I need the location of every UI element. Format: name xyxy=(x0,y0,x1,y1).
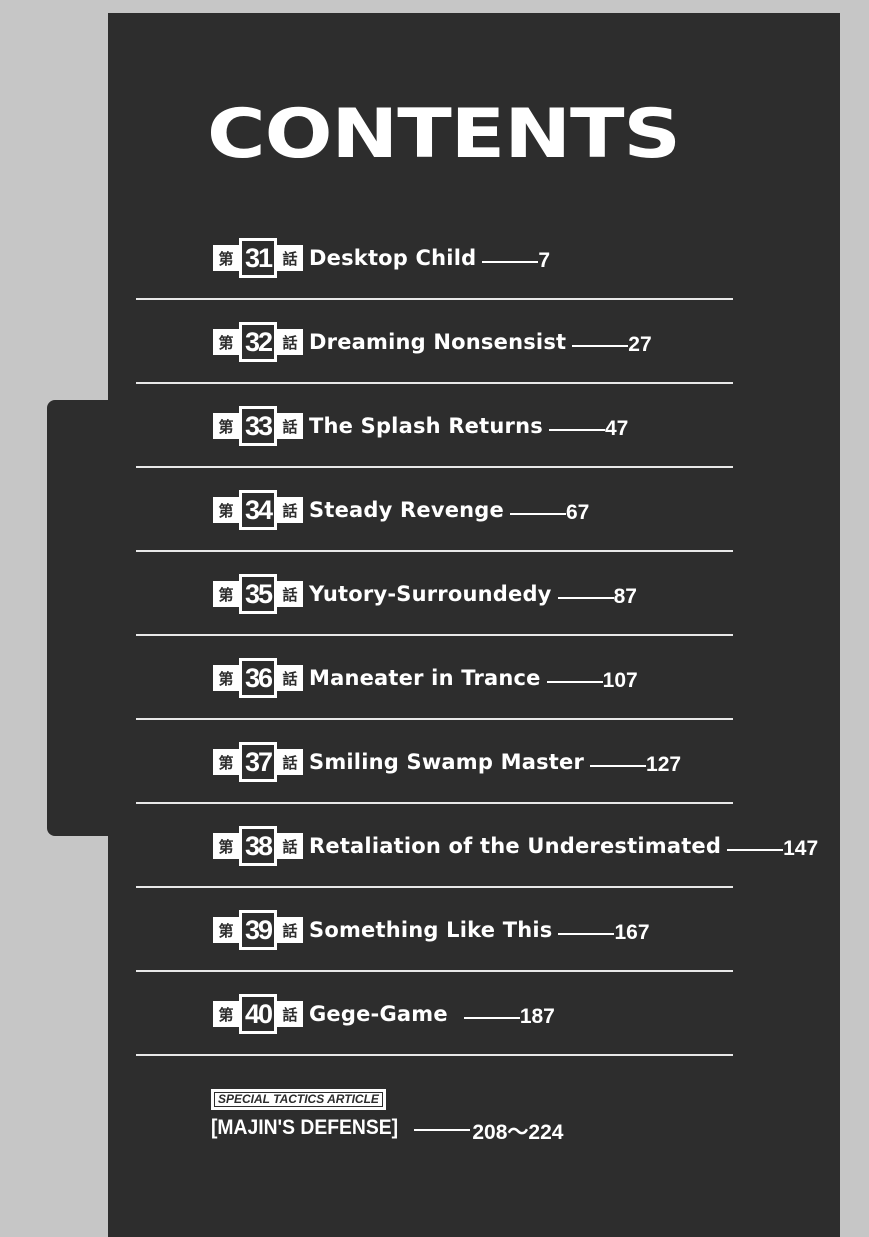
chapter-suffix: 話 xyxy=(277,329,303,355)
chapter-badge: 第 33 話 xyxy=(213,406,303,446)
chapter-title: Something Like This xyxy=(309,918,553,942)
divider xyxy=(136,802,733,804)
chapter-number: 39 xyxy=(239,910,277,950)
chapter-suffix: 話 xyxy=(277,665,303,691)
chapter-page: 107 xyxy=(602,669,638,692)
leader-dash xyxy=(558,933,615,935)
chapter-entry[interactable]: 第 32 話 Dreaming Nonsensist 27 xyxy=(213,322,652,362)
chapter-title: Gege-Game xyxy=(309,1002,448,1026)
divider xyxy=(136,298,733,300)
chapter-prefix: 第 xyxy=(213,833,239,859)
chapter-entry[interactable]: 第 33 話 The Splash Returns 47 xyxy=(213,406,628,446)
chapter-suffix: 話 xyxy=(277,413,303,439)
chapter-title: Retaliation of the Underestimated xyxy=(309,834,722,858)
chapter-entry[interactable]: 第 40 話 Gege-Game 187 xyxy=(213,994,555,1034)
chapter-prefix: 第 xyxy=(213,329,239,355)
chapter-entry[interactable]: 第 34 話 Steady Revenge 67 xyxy=(213,490,589,530)
chapter-title: Steady Revenge xyxy=(309,498,504,522)
leader-dash xyxy=(482,261,539,263)
chapter-page: 187 xyxy=(519,1005,555,1028)
divider xyxy=(136,382,733,384)
chapter-title: Yutory-Surroundedy xyxy=(309,582,552,606)
divider xyxy=(136,970,733,972)
chapter-number: 40 xyxy=(239,994,277,1034)
chapter-entry[interactable]: 第 31 話 Desktop Child 7 xyxy=(213,238,550,278)
chapter-badge: 第 37 話 xyxy=(213,742,303,782)
chapter-suffix: 話 xyxy=(277,245,303,271)
chapter-title: Smiling Swamp Master xyxy=(309,750,585,774)
chapter-badge: 第 40 話 xyxy=(213,994,303,1034)
chapter-entry[interactable]: 第 36 話 Maneater in Trance 107 xyxy=(213,658,638,698)
chapter-badge: 第 35 話 xyxy=(213,574,303,614)
chapter-prefix: 第 xyxy=(213,413,239,439)
chapter-entry[interactable]: 第 38 話 Retaliation of the Underestimated… xyxy=(213,826,818,866)
chapter-prefix: 第 xyxy=(213,581,239,607)
chapter-suffix: 話 xyxy=(277,1001,303,1027)
chapter-page: 127 xyxy=(646,753,682,776)
chapter-suffix: 話 xyxy=(277,833,303,859)
chapter-number: 32 xyxy=(239,322,277,362)
divider xyxy=(136,466,733,468)
chapter-badge: 第 32 話 xyxy=(213,322,303,362)
chapter-prefix: 第 xyxy=(213,917,239,943)
chapter-entry[interactable]: 第 35 話 Yutory-Surroundedy 87 xyxy=(213,574,637,614)
side-tab xyxy=(47,400,117,836)
chapter-badge: 第 38 話 xyxy=(213,826,303,866)
leader-dash xyxy=(727,849,784,851)
divider xyxy=(136,718,733,720)
chapter-suffix: 話 xyxy=(277,581,303,607)
chapter-prefix: 第 xyxy=(213,1001,239,1027)
divider xyxy=(136,634,733,636)
special-article-entry[interactable]: [MAJIN'S DEFENSE] 208～224 xyxy=(211,1110,563,1146)
leader-dash xyxy=(463,1017,520,1019)
divider xyxy=(136,1054,733,1056)
chapter-title: Desktop Child xyxy=(309,246,477,270)
chapter-number: 35 xyxy=(239,574,277,614)
special-article-pages: 208～224 xyxy=(472,1121,564,1144)
chapter-number: 36 xyxy=(239,658,277,698)
divider xyxy=(136,886,733,888)
leader-dash xyxy=(546,681,603,683)
chapter-page: 7 xyxy=(538,249,551,272)
leader-dash xyxy=(590,765,647,767)
chapter-number: 31 xyxy=(239,238,277,278)
chapter-page: 47 xyxy=(604,417,629,440)
chapter-title: The Splash Returns xyxy=(309,414,543,438)
chapter-badge: 第 39 話 xyxy=(213,910,303,950)
chapter-page: 167 xyxy=(614,921,650,944)
chapter-badge: 第 31 話 xyxy=(213,238,303,278)
chapter-page: 67 xyxy=(565,501,590,524)
chapter-prefix: 第 xyxy=(213,497,239,523)
chapter-suffix: 話 xyxy=(277,749,303,775)
chapter-number: 38 xyxy=(239,826,277,866)
page-title: CONTENTS xyxy=(207,94,681,174)
chapter-page: 27 xyxy=(628,333,652,356)
chapter-number: 34 xyxy=(239,490,277,530)
chapter-title: Dreaming Nonsensist xyxy=(309,330,567,354)
chapter-badge: 第 34 話 xyxy=(213,490,303,530)
chapter-page: 87 xyxy=(613,585,637,608)
chapter-suffix: 話 xyxy=(277,917,303,943)
chapter-entry[interactable]: 第 37 話 Smiling Swamp Master 127 xyxy=(213,742,681,782)
leader-dash xyxy=(548,429,605,431)
leader-dash xyxy=(509,513,566,515)
special-label-box: SPECIAL TACTICS ARTICLE xyxy=(211,1089,386,1110)
chapter-prefix: 第 xyxy=(213,665,239,691)
chapter-title: Maneater in Trance xyxy=(309,666,541,690)
chapter-entry[interactable]: 第 39 話 Something Like This 167 xyxy=(213,910,650,950)
chapter-number: 33 xyxy=(239,406,277,446)
chapter-number: 37 xyxy=(239,742,277,782)
leader-dash xyxy=(557,597,614,599)
special-article-title: [MAJIN'S DEFENSE] xyxy=(211,1116,399,1139)
chapter-badge: 第 36 話 xyxy=(213,658,303,698)
chapter-prefix: 第 xyxy=(213,245,239,271)
leader-dash xyxy=(572,345,629,347)
chapter-suffix: 話 xyxy=(277,497,303,523)
chapter-prefix: 第 xyxy=(213,749,239,775)
divider xyxy=(136,550,733,552)
leader-dash xyxy=(414,1129,471,1131)
special-label: SPECIAL TACTICS ARTICLE xyxy=(214,1092,383,1107)
chapter-page: 147 xyxy=(783,837,819,860)
